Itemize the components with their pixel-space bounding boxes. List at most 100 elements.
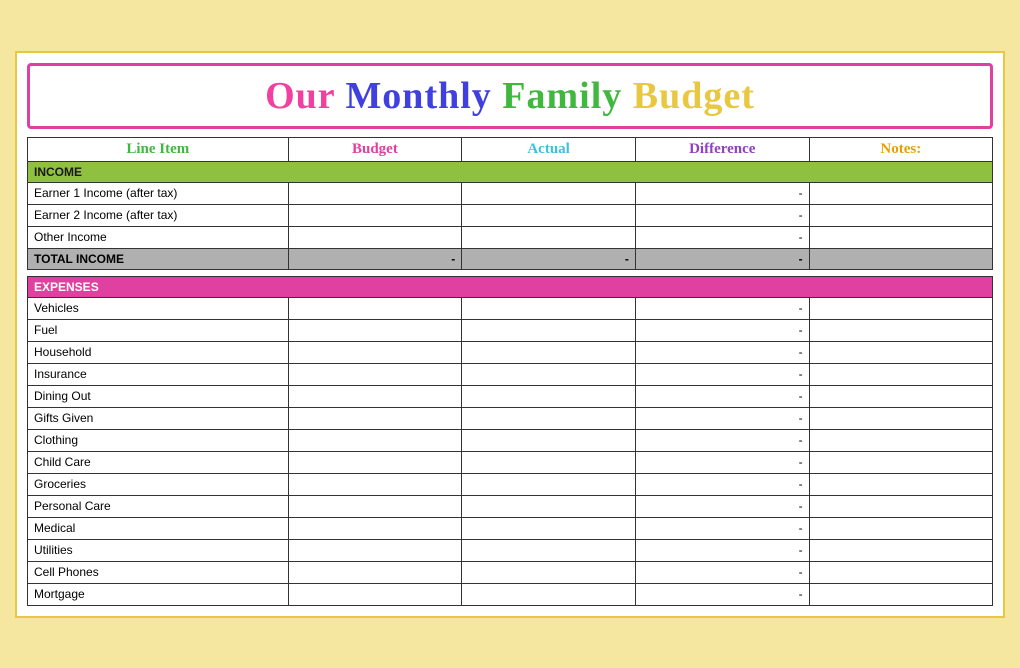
expense-row-household: Household -	[28, 341, 993, 363]
expense-label-childcare: Child Care	[28, 451, 289, 473]
income-row-3-difference: -	[635, 226, 809, 248]
expense-budget-mortgage[interactable]	[288, 583, 462, 605]
expense-actual-groceries[interactable]	[462, 473, 636, 495]
total-income-notes	[809, 248, 992, 269]
expense-notes-vehicles[interactable]	[809, 297, 992, 319]
income-row-1-actual[interactable]	[462, 182, 636, 204]
expense-actual-clothing[interactable]	[462, 429, 636, 451]
total-income-actual: -	[462, 248, 636, 269]
income-row-3: Other Income -	[28, 226, 993, 248]
expense-actual-utilities[interactable]	[462, 539, 636, 561]
expense-actual-gifts[interactable]	[462, 407, 636, 429]
expense-actual-childcare[interactable]	[462, 451, 636, 473]
expense-budget-clothing[interactable]	[288, 429, 462, 451]
expense-label-household: Household	[28, 341, 289, 363]
expenses-section-label: Expenses	[28, 276, 993, 297]
expense-notes-household[interactable]	[809, 341, 992, 363]
income-section-label: Income	[28, 161, 993, 182]
expense-budget-medical[interactable]	[288, 517, 462, 539]
total-income-budget: -	[288, 248, 462, 269]
expense-diff-childcare: -	[635, 451, 809, 473]
expense-budget-insurance[interactable]	[288, 363, 462, 385]
income-row-1-budget[interactable]	[288, 182, 462, 204]
expense-actual-insurance[interactable]	[462, 363, 636, 385]
expense-notes-personalcare[interactable]	[809, 495, 992, 517]
income-row-2-actual[interactable]	[462, 204, 636, 226]
expense-notes-cellphones[interactable]	[809, 561, 992, 583]
expense-actual-household[interactable]	[462, 341, 636, 363]
expense-notes-mortgage[interactable]	[809, 583, 992, 605]
expense-row-cellphones: Cell Phones -	[28, 561, 993, 583]
income-row-3-notes[interactable]	[809, 226, 992, 248]
income-section-header: Income	[28, 161, 993, 182]
income-row-2-notes[interactable]	[809, 204, 992, 226]
expense-diff-household: -	[635, 341, 809, 363]
expense-row-dining: Dining Out -	[28, 385, 993, 407]
expense-budget-fuel[interactable]	[288, 319, 462, 341]
expense-row-clothing: Clothing -	[28, 429, 993, 451]
expense-label-gifts: Gifts Given	[28, 407, 289, 429]
expense-label-vehicles: Vehicles	[28, 297, 289, 319]
expense-diff-personalcare: -	[635, 495, 809, 517]
expense-budget-groceries[interactable]	[288, 473, 462, 495]
expense-notes-utilities[interactable]	[809, 539, 992, 561]
expense-diff-utilities: -	[635, 539, 809, 561]
header-budget: Budget	[288, 137, 462, 161]
header-line-item: Line Item	[28, 137, 289, 161]
expense-notes-clothing[interactable]	[809, 429, 992, 451]
expense-actual-medical[interactable]	[462, 517, 636, 539]
expense-budget-household[interactable]	[288, 341, 462, 363]
income-row-3-actual[interactable]	[462, 226, 636, 248]
expense-budget-childcare[interactable]	[288, 451, 462, 473]
income-row-1-notes[interactable]	[809, 182, 992, 204]
income-row-1-label: Earner 1 Income (after tax)	[28, 182, 289, 204]
expense-notes-fuel[interactable]	[809, 319, 992, 341]
expense-actual-fuel[interactable]	[462, 319, 636, 341]
expense-row-personalcare: Personal Care -	[28, 495, 993, 517]
header-difference: Difference	[635, 137, 809, 161]
expense-label-utilities: Utilities	[28, 539, 289, 561]
header-actual: Actual	[462, 137, 636, 161]
expense-diff-mortgage: -	[635, 583, 809, 605]
header-notes: Notes:	[809, 137, 992, 161]
expense-actual-dining[interactable]	[462, 385, 636, 407]
expense-diff-medical: -	[635, 517, 809, 539]
expense-budget-personalcare[interactable]	[288, 495, 462, 517]
income-row-2-difference: -	[635, 204, 809, 226]
income-row-2: Earner 2 Income (after tax) -	[28, 204, 993, 226]
expense-row-utilities: Utilities -	[28, 539, 993, 561]
expense-budget-gifts[interactable]	[288, 407, 462, 429]
expense-budget-cellphones[interactable]	[288, 561, 462, 583]
expense-label-dining: Dining Out	[28, 385, 289, 407]
expense-actual-mortgage[interactable]	[462, 583, 636, 605]
expense-actual-vehicles[interactable]	[462, 297, 636, 319]
expense-notes-childcare[interactable]	[809, 451, 992, 473]
expense-row-medical: Medical -	[28, 517, 993, 539]
expense-row-mortgage: Mortgage -	[28, 583, 993, 605]
expense-budget-vehicles[interactable]	[288, 297, 462, 319]
expense-diff-vehicles: -	[635, 297, 809, 319]
spacer-row	[28, 269, 993, 276]
expense-budget-dining[interactable]	[288, 385, 462, 407]
expense-actual-cellphones[interactable]	[462, 561, 636, 583]
title-box: Our Monthly Family Budget	[27, 63, 993, 129]
expense-notes-medical[interactable]	[809, 517, 992, 539]
title-monthly: Monthly	[345, 75, 502, 117]
expense-notes-gifts[interactable]	[809, 407, 992, 429]
expense-row-childcare: Child Care -	[28, 451, 993, 473]
expense-label-clothing: Clothing	[28, 429, 289, 451]
expenses-section-header: Expenses	[28, 276, 993, 297]
income-row-3-budget[interactable]	[288, 226, 462, 248]
total-income-label: Total Income	[28, 248, 289, 269]
income-row-1-difference: -	[635, 182, 809, 204]
expense-notes-dining[interactable]	[809, 385, 992, 407]
total-income-difference: -	[635, 248, 809, 269]
expense-diff-clothing: -	[635, 429, 809, 451]
expense-diff-insurance: -	[635, 363, 809, 385]
expense-actual-personalcare[interactable]	[462, 495, 636, 517]
expense-notes-groceries[interactable]	[809, 473, 992, 495]
income-row-2-budget[interactable]	[288, 204, 462, 226]
expense-label-fuel: Fuel	[28, 319, 289, 341]
expense-notes-insurance[interactable]	[809, 363, 992, 385]
expense-budget-utilities[interactable]	[288, 539, 462, 561]
